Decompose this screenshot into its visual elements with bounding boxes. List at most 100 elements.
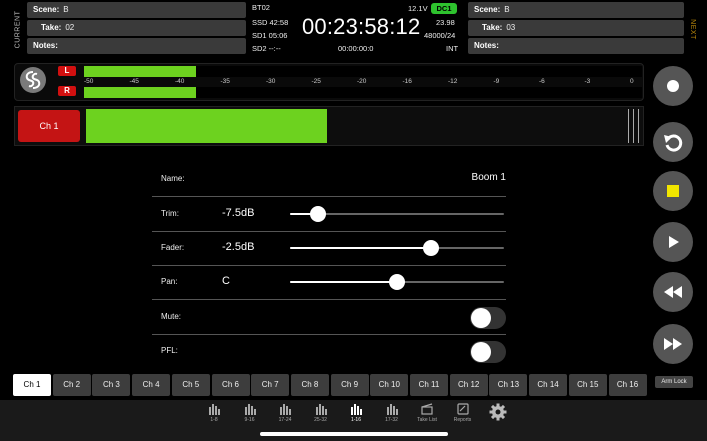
timecode-display: 00:23:58:12 xyxy=(302,14,421,39)
mixer-icon xyxy=(351,404,362,415)
mixer-icon xyxy=(209,404,220,415)
timecode-sub: 00:00:00:0 xyxy=(338,44,374,53)
trim-slider[interactable] xyxy=(290,206,504,222)
fast-forward-button[interactable] xyxy=(653,324,693,364)
current-scene-field[interactable]: Scene: B xyxy=(27,2,246,18)
battery-voltage: 12.1V xyxy=(408,4,428,13)
sample-rate: 48000/24 xyxy=(424,31,456,40)
meter-scale-tick: -9 xyxy=(493,78,500,85)
nav-item[interactable]: 1-16 xyxy=(339,403,373,429)
right-channel-label: R xyxy=(58,86,76,96)
mixer-icon xyxy=(244,404,256,415)
nav-item[interactable]: 17-24 xyxy=(268,403,302,429)
play-button[interactable] xyxy=(653,222,693,262)
meter-scale-tick: 0 xyxy=(630,78,634,85)
channel-tab[interactable]: Ch 13 xyxy=(489,374,528,396)
undo-icon xyxy=(664,134,683,152)
next-take-field[interactable]: Take: 03 xyxy=(468,20,684,36)
meter-scale-tick: -3 xyxy=(584,78,591,85)
channel-tab[interactable]: Ch 14 xyxy=(529,374,568,396)
next-side-label: NEXT xyxy=(688,18,696,40)
nav-item-label: Reports xyxy=(453,417,472,423)
home-indicator[interactable] xyxy=(260,432,448,436)
fader-value: -2.5dB xyxy=(222,241,255,253)
pan-slider-thumb[interactable] xyxy=(389,274,405,290)
channel-tab[interactable]: Ch 16 xyxy=(608,374,647,396)
meter-scale-tick: -30 xyxy=(266,78,276,85)
channel-select-button[interactable]: Ch 1 xyxy=(18,110,80,142)
pan-slider[interactable] xyxy=(290,274,504,290)
fader-row: Fader: -2.5dB xyxy=(152,231,506,266)
channel-tab[interactable]: Ch 6 xyxy=(211,374,250,396)
channel-tab[interactable]: Ch 2 xyxy=(52,374,91,396)
nav-item[interactable]: Reports xyxy=(446,403,480,429)
frame-rate: 23.98 xyxy=(436,18,455,27)
name-value[interactable]: Boom 1 xyxy=(472,172,506,183)
sound-devices-logo-icon[interactable] xyxy=(20,67,46,93)
next-notes-label: Notes: xyxy=(474,41,499,50)
record-button[interactable] xyxy=(653,66,693,106)
channel-tab[interactable]: Ch 5 xyxy=(171,374,210,396)
next-notes-field[interactable]: Notes: xyxy=(468,38,684,54)
nav-item[interactable]: 1-8 xyxy=(197,403,231,429)
header-bar: CURRENT Scene: B Take: 02 Notes: BT02 SSD … xyxy=(0,0,707,58)
trim-value: -7.5dB xyxy=(222,207,255,219)
channel-tab[interactable]: Ch 3 xyxy=(92,374,131,396)
nav-item[interactable] xyxy=(481,403,515,429)
channel-tab[interactable]: Ch 9 xyxy=(330,374,369,396)
reports-icon xyxy=(456,403,469,415)
sd1-remaining: SD1 05:06 xyxy=(252,31,288,40)
current-take-field[interactable]: Take: 02 xyxy=(27,20,246,36)
channel-tab[interactable]: Ch 10 xyxy=(370,374,409,396)
ssd-remaining: SSD 42:58 xyxy=(252,18,289,27)
channel-tab[interactable]: Ch 12 xyxy=(449,374,488,396)
record-icon xyxy=(667,80,679,92)
mute-toggle[interactable] xyxy=(470,307,506,329)
pfl-toggle-knob xyxy=(471,342,491,362)
nav-item[interactable]: 17-32 xyxy=(375,403,409,429)
pfl-row: PFL: xyxy=(152,334,506,369)
current-side-label: CURRENT xyxy=(14,10,22,48)
channel-tab[interactable]: Ch 1 xyxy=(13,374,51,396)
rewind-button[interactable] xyxy=(653,272,693,312)
channel-tab[interactable]: Ch 8 xyxy=(290,374,329,396)
nav-item[interactable]: 9-16 xyxy=(233,403,267,429)
meter-scale-tick: -20 xyxy=(357,78,367,85)
channel-tab[interactable]: Ch 4 xyxy=(132,374,171,396)
meter-scale-tick: -40 xyxy=(175,78,185,85)
current-notes-field[interactable]: Notes: xyxy=(27,38,246,54)
next-scene-label: Scene: xyxy=(474,5,501,14)
fader-slider-thumb[interactable] xyxy=(423,240,440,256)
status-panel: BT02 SSD 42:58 SD1 05:06 SD2 --:-- 12.1V… xyxy=(248,0,466,58)
nav-item-label: 17-24 xyxy=(278,417,292,423)
meter-scale-tick: -6 xyxy=(539,78,545,85)
pan-value: C xyxy=(222,275,230,287)
pfl-toggle[interactable] xyxy=(470,341,506,363)
current-take-label: Take: xyxy=(41,23,62,32)
name-row[interactable]: Name: Boom 1 xyxy=(152,162,506,197)
channel-tab[interactable]: Ch 15 xyxy=(568,374,607,396)
meter-scale-tick: -45 xyxy=(129,78,139,85)
current-take-value: 02 xyxy=(65,23,75,32)
fader-slider[interactable] xyxy=(290,240,504,256)
peak-marker xyxy=(638,109,639,143)
meter-scale-tick: -16 xyxy=(402,78,412,85)
channel-tab[interactable]: Ch 7 xyxy=(251,374,290,396)
next-take-label: Take: xyxy=(482,23,503,32)
undo-button[interactable] xyxy=(653,122,693,162)
arm-lock-button[interactable]: Arm Lock xyxy=(655,376,693,388)
mute-toggle-knob xyxy=(471,308,491,328)
gear-icon xyxy=(489,403,507,421)
stop-button[interactable] xyxy=(653,171,693,211)
pan-label: Pan: xyxy=(161,277,178,286)
next-scene-field[interactable]: Scene: B xyxy=(468,2,684,18)
project-name: BT02 xyxy=(252,3,270,12)
mixer-icon xyxy=(315,404,327,415)
trim-slider-thumb[interactable] xyxy=(309,206,326,222)
channel-tab[interactable]: Ch 11 xyxy=(410,374,448,396)
nav-item[interactable]: Take List xyxy=(410,403,444,429)
mute-label: Mute: xyxy=(161,312,182,321)
nav-item[interactable]: 25-32 xyxy=(304,403,338,429)
left-meter-fill xyxy=(84,66,196,77)
meter-scale-tick: -12 xyxy=(448,78,458,85)
